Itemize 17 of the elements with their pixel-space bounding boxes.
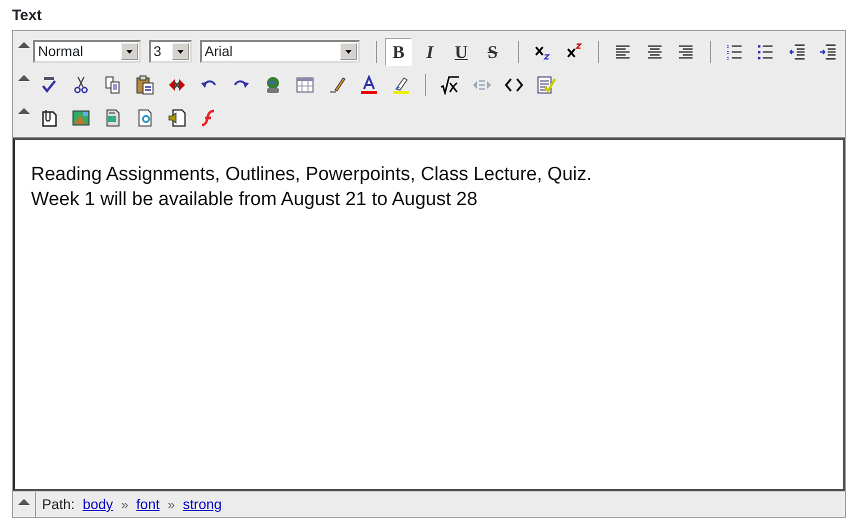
editor-body[interactable]: Reading Assignments, Outlines, Powerpoints, Class Lecture, Quiz. Week 1 will be available from August 21 to August 28 bbox=[13, 138, 845, 491]
italic-button[interactable]: I bbox=[416, 38, 444, 66]
strike-button[interactable]: S bbox=[478, 38, 506, 66]
path-link[interactable]: body bbox=[82, 494, 114, 515]
field-label: Text bbox=[11, 6, 43, 26]
font-select[interactable]: Arial bbox=[200, 40, 360, 63]
format-select[interactable]: Normal bbox=[33, 40, 141, 63]
path-link[interactable]: strong bbox=[182, 494, 222, 515]
path-separator: » bbox=[168, 496, 175, 514]
text-line: Reading Assignments, Outlines, Powerpoints, Class Lecture, Quiz. bbox=[31, 163, 593, 187]
size-select[interactable]: 3 bbox=[148, 40, 192, 63]
path-label: Path: bbox=[42, 495, 75, 514]
text-line: Week 1 will be available from August 21 to August 28 bbox=[31, 188, 478, 212]
underline-button[interactable]: U bbox=[448, 38, 475, 66]
path-link[interactable]: font bbox=[136, 494, 160, 515]
bold-button[interactable]: B bbox=[384, 38, 412, 66]
path-separator: » bbox=[121, 496, 128, 514]
